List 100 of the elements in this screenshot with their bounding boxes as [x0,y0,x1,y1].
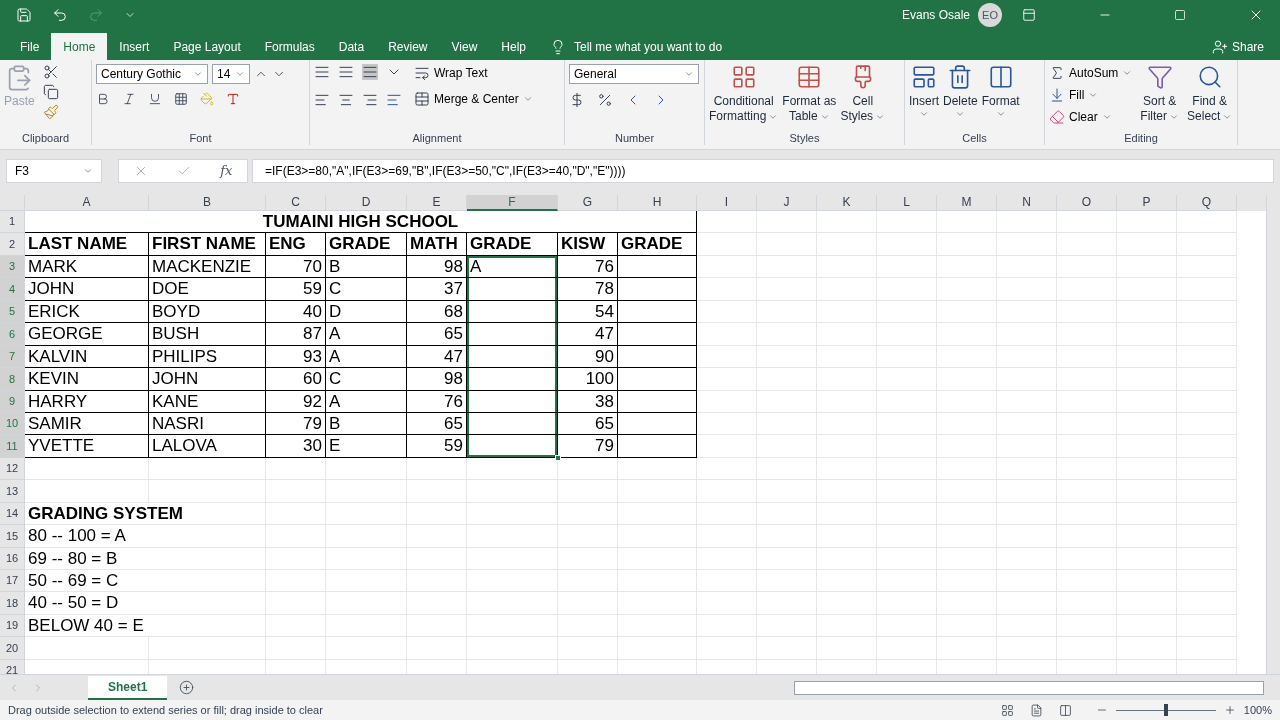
cell[interactable] [618,412,697,436]
cell[interactable]: BUSH [149,323,266,346]
cells-button[interactable]: Format [981,64,1020,119]
currency-icon[interactable] [569,92,585,108]
name-box[interactable]: F3 [6,159,102,183]
sheet-tab[interactable]: Sheet1 [88,675,168,700]
font-name-field[interactable]: Century Gothic [96,64,208,84]
cell[interactable]: C [326,278,407,301]
column-header[interactable]: M [937,195,997,211]
cell[interactable]: LAST NAME [25,233,149,256]
row-header[interactable]: 8 [0,368,25,391]
cell[interactable]: B [326,412,407,436]
sort-filter-button[interactable]: Sort & Filter [1140,64,1180,126]
cell[interactable]: 87 [266,323,326,346]
cell[interactable]: 80 -- 100 = A [25,525,266,548]
cut-icon[interactable] [42,64,59,80]
share-button[interactable]: Share [1203,33,1272,60]
cell[interactable]: KANE [149,390,266,413]
cell[interactable]: HARRY [25,390,149,413]
cell[interactable] [467,323,558,346]
cell[interactable] [618,368,697,391]
find-select-button[interactable]: Find & Select [1187,64,1233,126]
align-left-icon[interactable] [314,92,330,108]
cell[interactable] [467,390,558,413]
cell[interactable]: 98 [407,255,467,279]
cell[interactable]: ENG [266,233,326,256]
cell[interactable]: GRADE [467,233,558,256]
format-painter-icon[interactable] [42,104,59,120]
cell[interactable] [618,435,697,458]
row-header[interactable]: 6 [0,323,25,346]
cells-button[interactable]: Delete [943,64,978,119]
normal-view-icon[interactable] [1000,703,1014,717]
cell[interactable] [618,300,697,324]
cell[interactable]: GRADE [618,233,697,256]
cell[interactable]: DOE [149,278,266,301]
cell[interactable]: 100 [558,368,618,391]
row-header[interactable]: 20 [0,637,25,660]
row-header[interactable]: 1 [0,211,25,234]
row-header[interactable]: 11 [0,435,25,458]
cell[interactable]: 78 [558,278,618,301]
row-header[interactable]: 14 [0,502,25,526]
column-header[interactable]: K [817,195,877,211]
cell[interactable] [618,345,697,369]
row-header[interactable]: 18 [0,592,25,615]
ribbon-display-icon[interactable] [1022,8,1036,22]
merge-center-button[interactable]: Merge & Center [414,90,533,108]
cell[interactable] [618,323,697,346]
cell[interactable]: 50 -- 69 = C [25,570,266,593]
row-header[interactable]: 9 [0,390,25,413]
user-avatar[interactable]: EO [978,3,1002,27]
styles-button[interactable]: Conditional Formatting [709,64,779,124]
restore-icon[interactable] [1174,9,1186,21]
tell-me-field[interactable]: Tell me what you want to do [574,37,723,56]
cell[interactable]: B [326,255,407,279]
cell[interactable] [467,300,558,324]
column-header[interactable]: A [25,195,149,211]
cell[interactable]: 59 [266,278,326,301]
menu-tab[interactable]: Page Layout [161,33,253,60]
column-header[interactable]: H [618,195,697,211]
cell[interactable]: 76 [558,255,618,279]
cell[interactable]: 65 [558,412,618,436]
underline-icon[interactable] [148,92,162,106]
cell[interactable]: BOYD [149,300,266,324]
cell[interactable]: 93 [266,345,326,369]
cell[interactable]: C [326,368,407,391]
cell[interactable] [467,278,558,301]
row-header[interactable]: 2 [0,233,25,256]
cell[interactable]: KISW [558,233,618,256]
cell[interactable]: D [326,300,407,324]
cell[interactable]: 59 [407,435,467,458]
cell[interactable]: YVETTE [25,435,149,458]
cell[interactable]: 65 [407,323,467,346]
cell[interactable]: 79 [266,412,326,436]
cell[interactable] [467,435,558,458]
align-top-icon[interactable] [314,64,330,80]
cell[interactable]: 47 [407,345,467,369]
menu-tab[interactable]: Review [376,33,440,60]
zoom-level[interactable]: 100% [1243,701,1272,719]
cell[interactable] [467,368,558,391]
column-header[interactable]: Q [1177,195,1237,211]
fill-color-icon[interactable] [200,92,214,106]
column-header[interactable]: I [697,195,757,211]
zoom-slider-track[interactable] [1115,704,1216,716]
cell[interactable] [618,278,697,301]
cell[interactable]: BELOW 40 = E [25,614,266,638]
add-sheet-icon[interactable] [179,680,195,695]
cell[interactable] [467,412,558,436]
enter-icon[interactable] [176,164,191,178]
bold-icon[interactable] [96,92,110,106]
row-header[interactable]: 4 [0,278,25,301]
copy-icon[interactable] [42,84,59,100]
zoom-slider-thumb[interactable] [1163,704,1168,716]
column-header[interactable]: F [467,195,558,211]
row-header[interactable]: 5 [0,300,25,324]
title-cell[interactable]: TUMAINI HIGH SCHOOL [25,211,697,234]
cell[interactable]: GEORGE [25,323,149,346]
menu-tab[interactable]: Formulas [252,33,327,60]
cell[interactable]: KALVIN [25,345,149,369]
row-header[interactable]: 17 [0,570,25,593]
styles-button[interactable]: Format as Table [782,64,837,124]
